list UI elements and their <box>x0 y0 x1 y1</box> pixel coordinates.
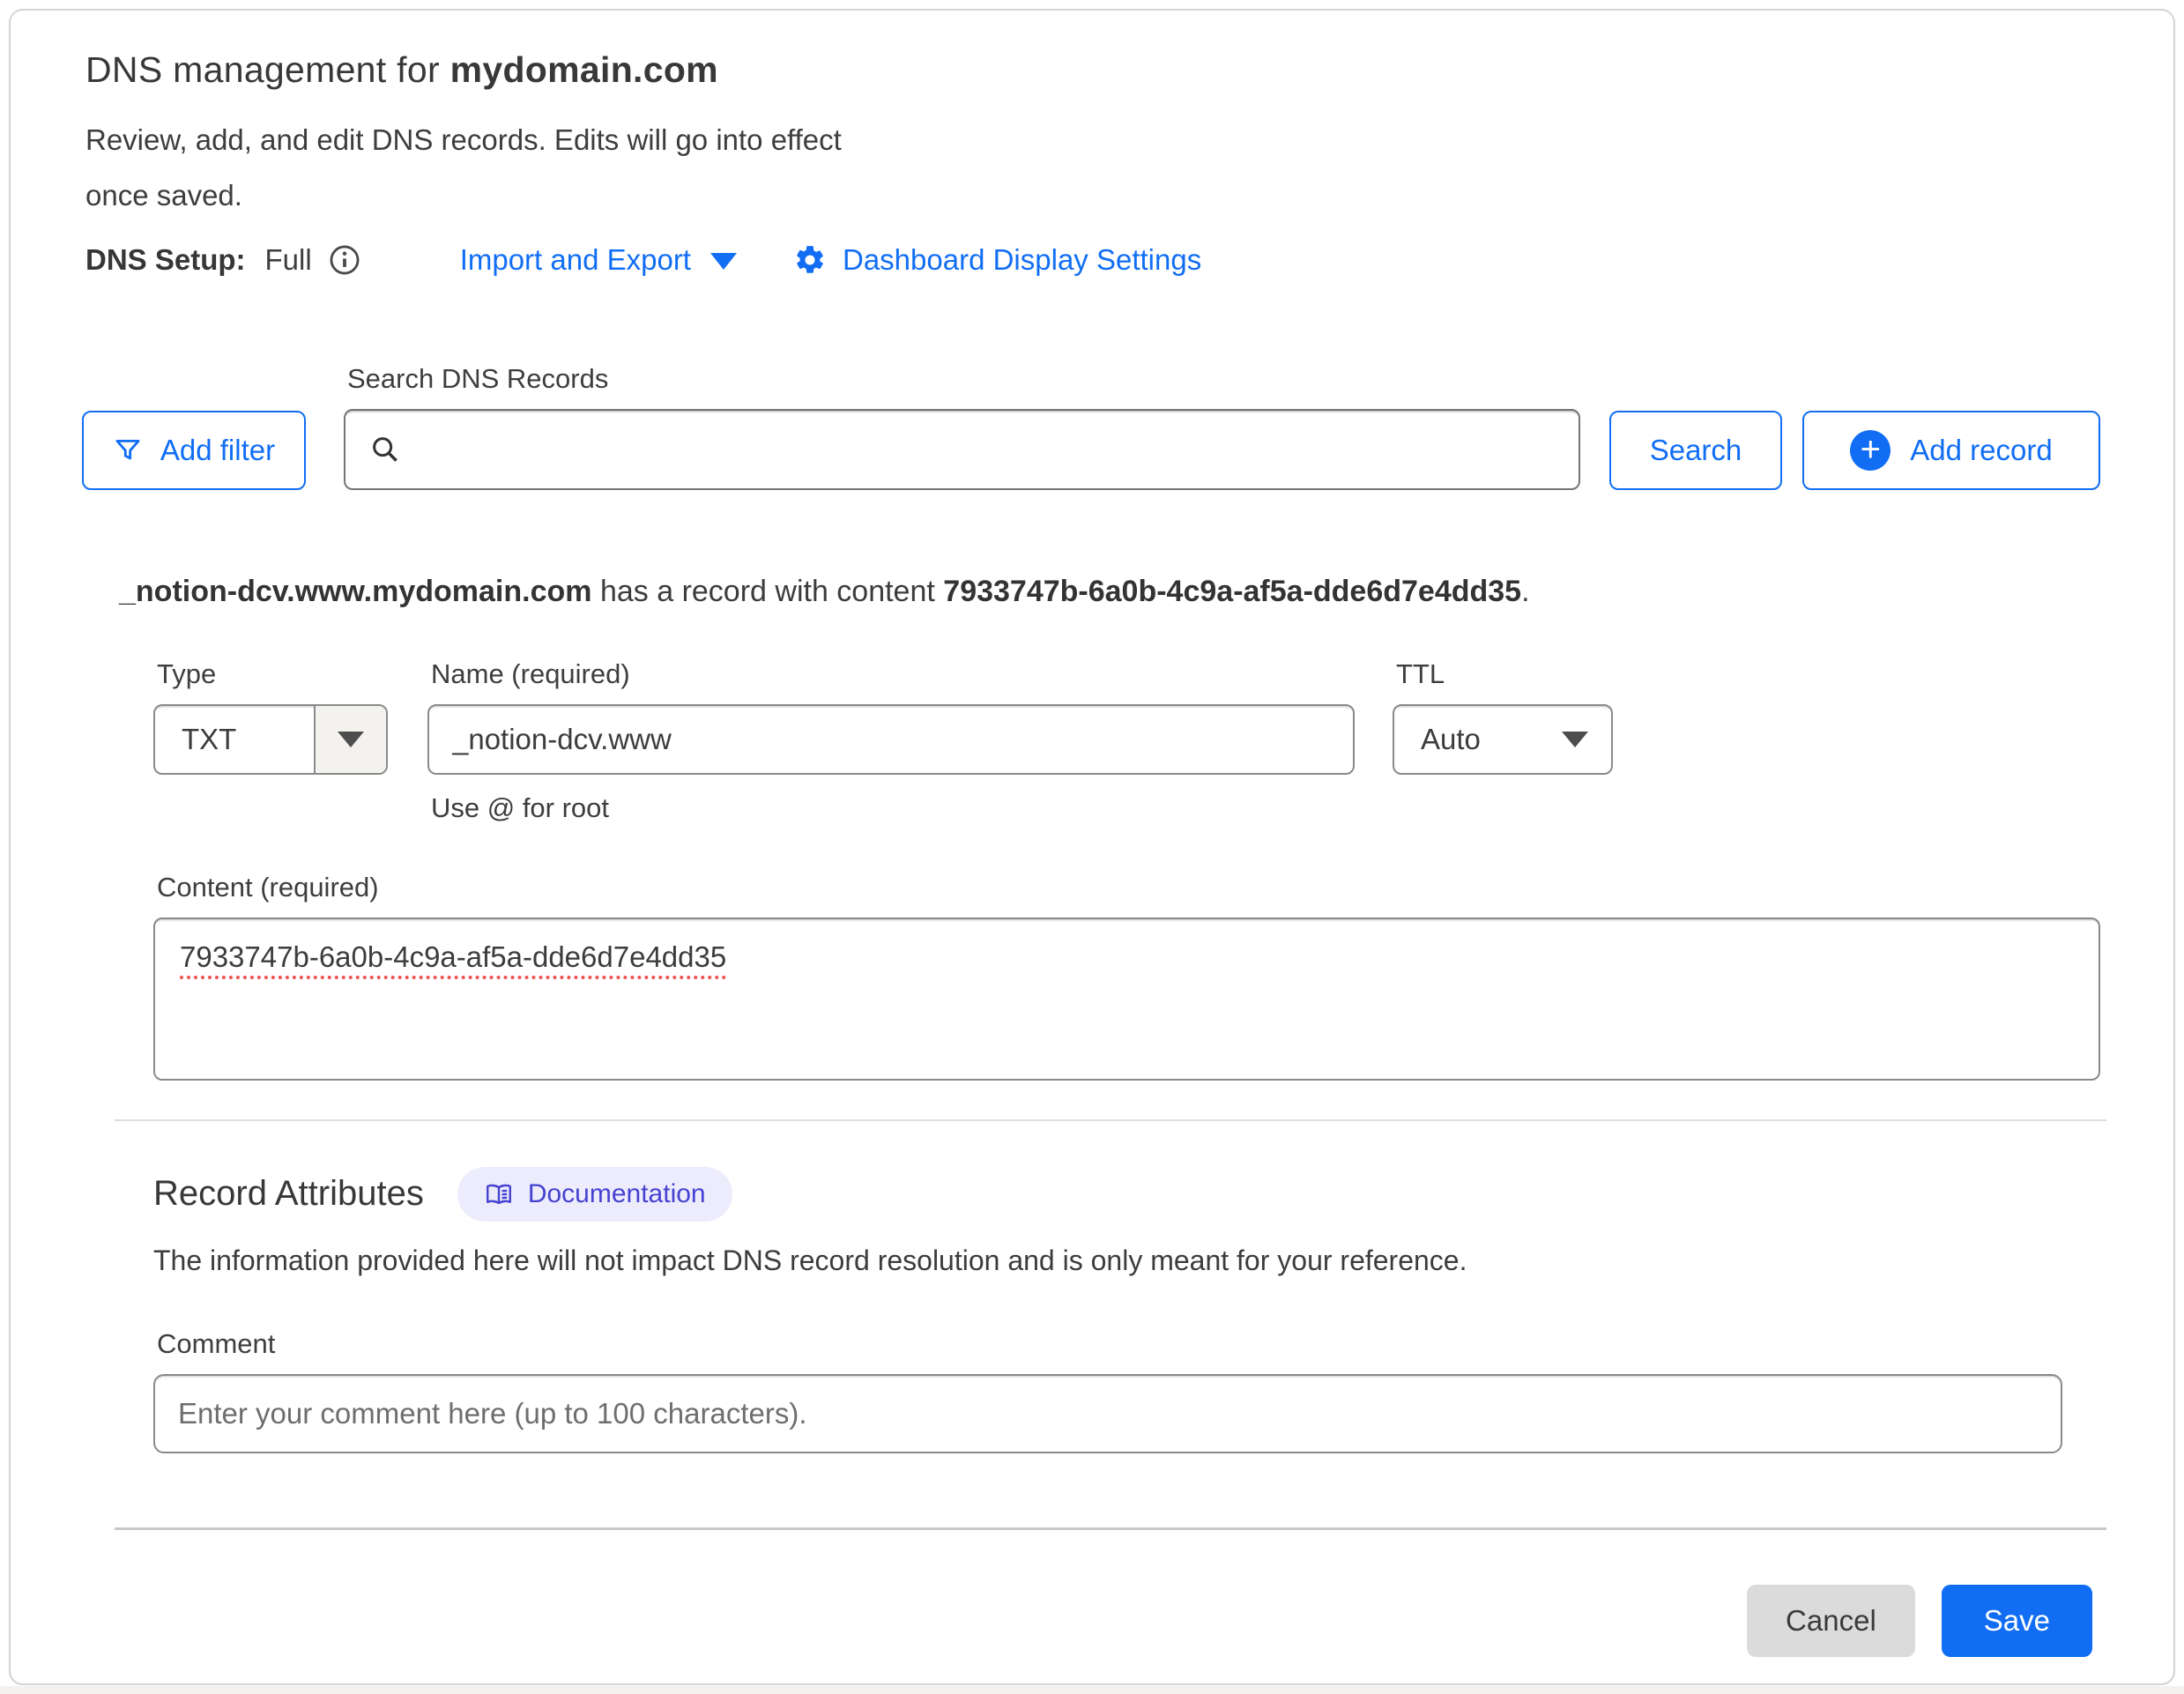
comment-field: Comment <box>153 1328 2062 1453</box>
add-filter-label: Add filter <box>160 434 275 467</box>
record-form: Type TXT Name (required) Use @ for root … <box>153 658 2100 1081</box>
search-input[interactable] <box>418 414 1579 485</box>
dns-records-toolbar: Add filter Search DNS Records Search + A… <box>82 363 2100 490</box>
chevron-down-icon <box>1562 732 1588 747</box>
ttl-field: TTL Auto <box>1393 658 1613 824</box>
record-attributes-title: Record Attributes <box>153 1174 424 1214</box>
page-title-prefix: DNS management for <box>85 49 450 90</box>
search-button[interactable]: Search <box>1609 411 1782 490</box>
type-label: Type <box>157 658 388 690</box>
chevron-down-icon <box>710 253 737 270</box>
ttl-select-value: Auto <box>1394 723 1562 756</box>
search-box <box>344 409 1580 490</box>
documentation-link[interactable]: Documentation <box>457 1167 732 1222</box>
comment-input[interactable] <box>153 1374 2062 1453</box>
type-field: Type TXT <box>153 658 388 824</box>
plus-icon: + <box>1850 430 1891 471</box>
record-attributes-section: Record Attributes Documentation The info… <box>153 1167 2100 1453</box>
notice-record-content: 7933747b-6a0b-4c9a-af5a-dde6d7e4dd35 <box>943 575 1521 608</box>
info-icon[interactable] <box>328 243 361 277</box>
dns-setup-value: Full <box>265 243 312 277</box>
name-label: Name (required) <box>431 658 1355 690</box>
notice-middle: has a record with content <box>592 575 944 608</box>
dashboard-display-settings-label: Dashboard Display Settings <box>843 243 1201 277</box>
documentation-label: Documentation <box>528 1179 706 1209</box>
dns-management-panel: DNS management for mydomain.com Review, … <box>9 9 2175 1685</box>
name-helper-text: Use @ for root <box>431 792 1355 824</box>
book-icon <box>484 1179 514 1209</box>
type-select-arrow-segment <box>314 706 386 773</box>
add-record-button[interactable]: + Add record <box>1802 411 2100 490</box>
content-textarea[interactable]: 7933747b-6a0b-4c9a-af5a-dde6d7e4dd35 <box>153 918 2100 1081</box>
import-export-link[interactable]: Import and Export <box>460 243 737 277</box>
record-attributes-description: The information provided here will not i… <box>153 1244 2100 1277</box>
dns-setup-row: DNS Setup: Full Import and Export <box>85 243 2173 277</box>
filter-icon <box>113 435 143 465</box>
name-input[interactable] <box>427 704 1355 775</box>
page-subtitle: Review, add, and edit DNS records. Edits… <box>85 112 905 224</box>
dns-setup-label: DNS Setup: <box>85 243 246 277</box>
name-field: Name (required) Use @ for root <box>427 658 1355 824</box>
content-label: Content (required) <box>157 872 2100 903</box>
chevron-down-icon <box>338 732 364 747</box>
record-attributes-header: Record Attributes Documentation <box>153 1167 2100 1222</box>
gear-icon <box>793 243 827 277</box>
add-record-label: Add record <box>1910 434 2052 467</box>
save-button[interactable]: Save <box>1942 1585 2092 1657</box>
record-exists-notice: _notion-dcv.www.mydomain.com has a recor… <box>119 575 2103 609</box>
search-icon <box>368 433 402 466</box>
ttl-label: TTL <box>1396 658 1613 690</box>
footer-divider <box>115 1527 2106 1530</box>
cancel-button[interactable]: Cancel <box>1747 1585 1915 1657</box>
search-dns-records-label: Search DNS Records <box>347 363 1580 395</box>
import-export-label: Import and Export <box>460 243 691 277</box>
search-column: Search DNS Records <box>344 363 1580 490</box>
ttl-select[interactable]: Auto <box>1393 704 1613 775</box>
section-divider <box>115 1119 2106 1121</box>
notice-suffix: . <box>1521 575 1529 608</box>
content-value: 7933747b-6a0b-4c9a-af5a-dde6d7e4dd35 <box>180 940 726 979</box>
page-title: DNS management for mydomain.com <box>85 49 2173 91</box>
type-select[interactable]: TXT <box>153 704 388 775</box>
content-field: Content (required) 7933747b-6a0b-4c9a-af… <box>153 872 2100 1081</box>
page-title-domain: mydomain.com <box>450 49 718 90</box>
page-background-strip <box>0 1686 2184 1694</box>
header: DNS management for mydomain.com Review, … <box>85 49 2173 277</box>
footer-actions: Cancel Save <box>11 1585 2092 1657</box>
dashboard-display-settings-link[interactable]: Dashboard Display Settings <box>793 243 1201 277</box>
notice-record-name: _notion-dcv.www.mydomain.com <box>119 575 592 608</box>
comment-label: Comment <box>157 1328 2062 1360</box>
type-select-value: TXT <box>155 723 314 756</box>
add-filter-button[interactable]: Add filter <box>82 411 306 490</box>
type-name-ttl-row: Type TXT Name (required) Use @ for root … <box>153 658 2100 824</box>
